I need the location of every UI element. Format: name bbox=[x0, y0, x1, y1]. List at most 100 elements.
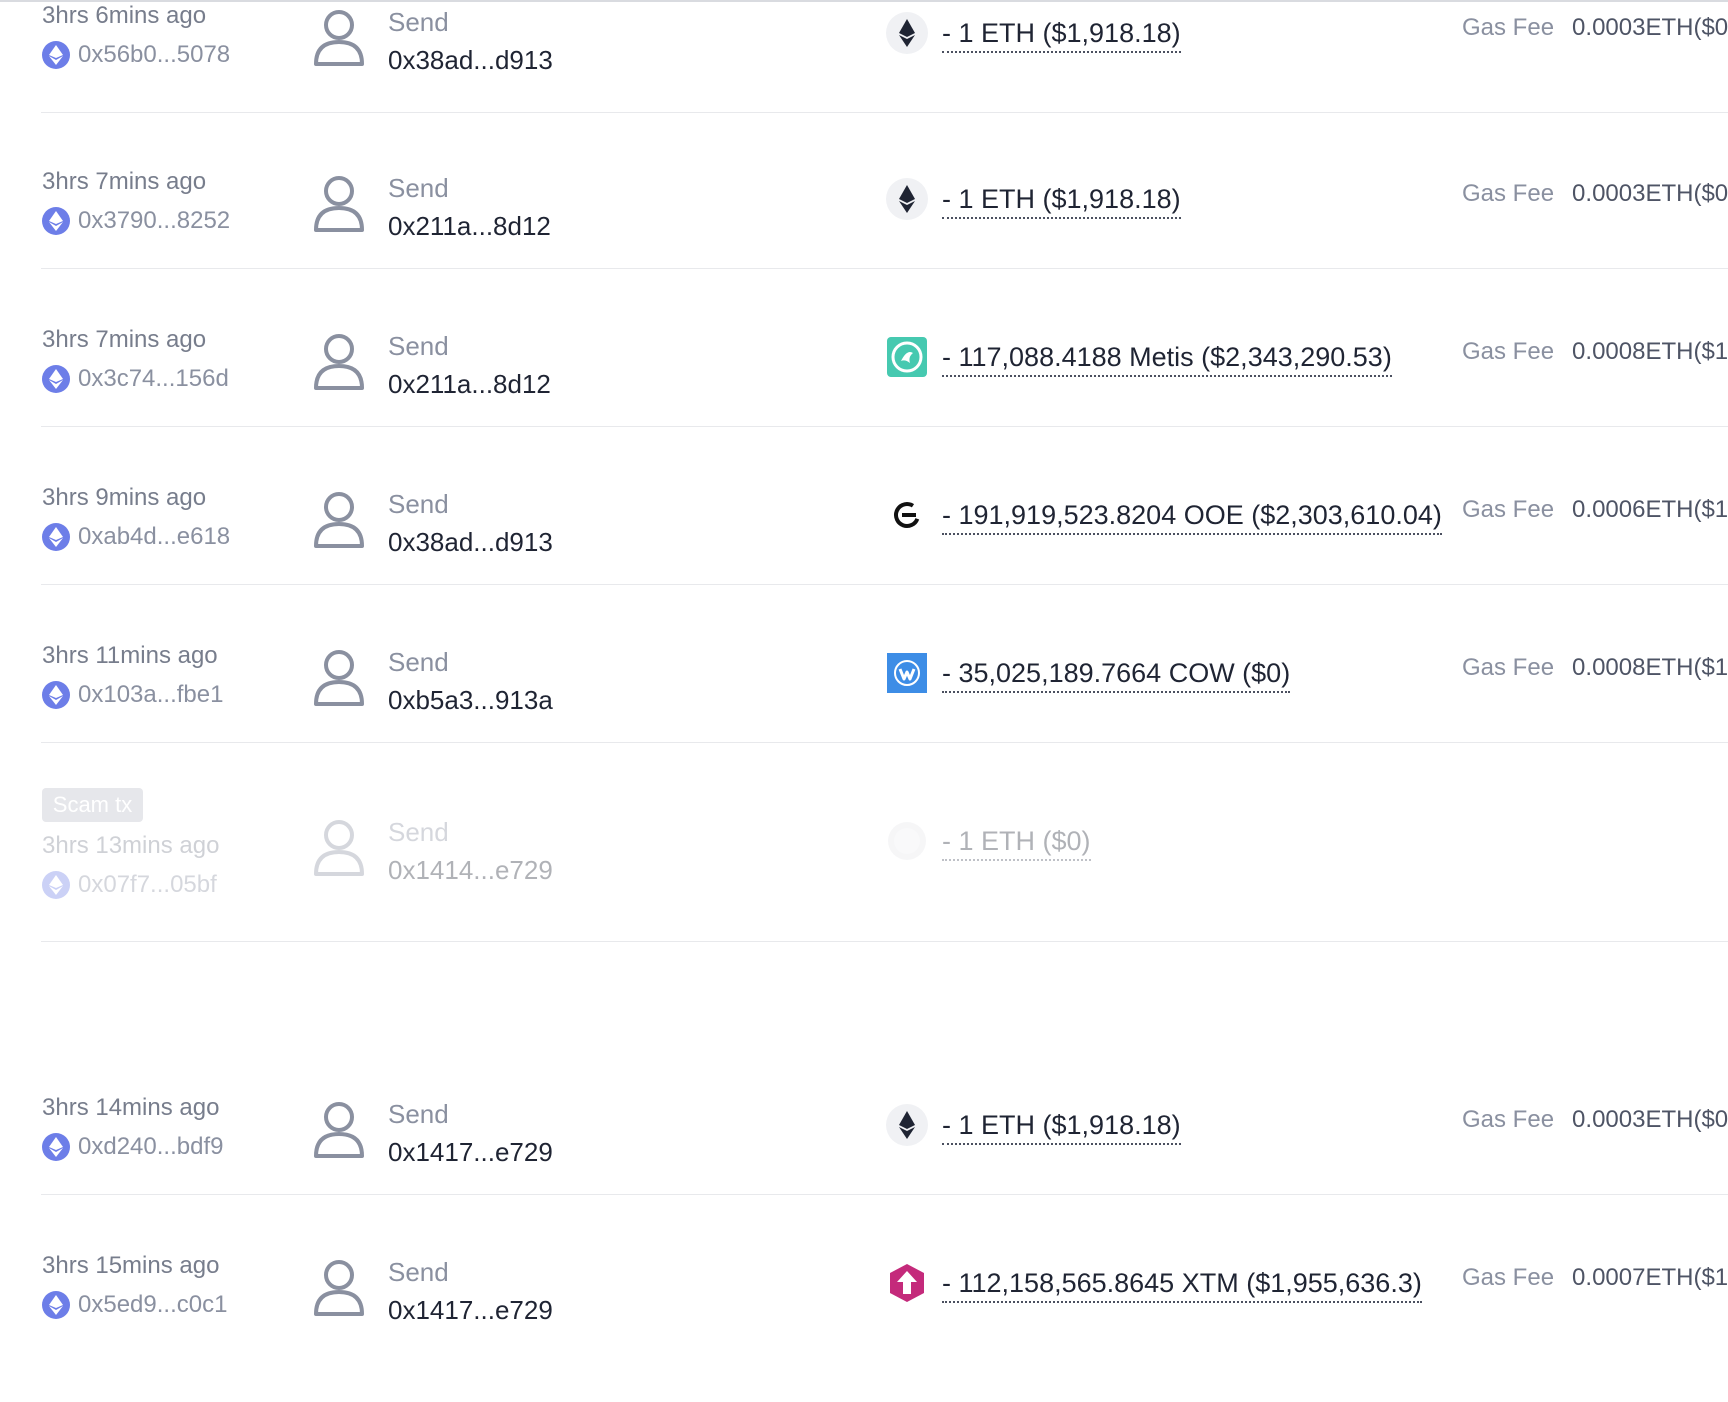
ethereum-chain-icon bbox=[42, 207, 70, 235]
tx-hash[interactable]: 0x07f7...05bf bbox=[78, 871, 217, 899]
tx-gas-fee: Gas Fee 0.0003ETH($0. bbox=[1462, 1106, 1728, 1134]
ethereum-chain-icon bbox=[42, 523, 70, 551]
tx-type-label: Send bbox=[388, 817, 449, 847]
tx-type-label: Send bbox=[388, 331, 449, 361]
tx-gas-fee: Gas Fee 0.0008ETH($1. bbox=[1462, 338, 1728, 366]
user-icon bbox=[312, 648, 366, 708]
transaction-row[interactable]: 3hrs 6mins ago 0x56b0...5078 Send 0x38ad...… bbox=[0, 2, 1728, 152]
tx-amount[interactable]: - 35,025,189.7664 COW ($0) bbox=[942, 656, 1291, 693]
transaction-row[interactable]: 3hrs 7mins ago 0x3790...8252 Send 0x211a...… bbox=[0, 168, 1728, 318]
tx-amount[interactable]: - 191,919,523.8204 OOE ($2,303,610.04) bbox=[942, 498, 1442, 535]
row-divider bbox=[41, 941, 1728, 942]
tx-counterparty-address[interactable]: 0x211a...8d12 bbox=[388, 368, 551, 400]
gas-fee-label: Gas Fee bbox=[1462, 14, 1555, 41]
ethereum-chain-icon bbox=[42, 41, 70, 69]
tx-gas-fee: Gas Fee 0.0003ETH($0. bbox=[1462, 180, 1728, 208]
tx-type-label: Send bbox=[388, 1257, 449, 1287]
tx-counterparty-address[interactable]: 0x1417...e729 bbox=[388, 1136, 553, 1168]
tx-counterparty-address[interactable]: 0x38ad...d913 bbox=[388, 526, 553, 558]
tx-counterparty-address[interactable]: 0x211a...8d12 bbox=[388, 210, 551, 242]
tx-amount[interactable]: - 117,088.4188 Metis ($2,343,290.53) bbox=[942, 340, 1392, 377]
tx-timestamp: 3hrs 13mins ago bbox=[42, 832, 220, 859]
tx-hash[interactable]: 0xd240...bdf9 bbox=[78, 1133, 223, 1161]
transaction-row[interactable]: 3hrs 9mins ago 0xab4d...e618 Send 0x38ad...… bbox=[0, 484, 1728, 634]
gas-fee-label: Gas Fee bbox=[1462, 496, 1555, 523]
ethereum-chain-icon bbox=[42, 365, 70, 393]
tx-amount[interactable]: - 1 ETH ($1,918.18) bbox=[942, 1108, 1181, 1145]
gas-fee-value: 0.0003ETH($0. bbox=[1572, 14, 1728, 41]
gas-fee-value: 0.0003ETH($0. bbox=[1572, 1106, 1728, 1133]
tx-hash-link[interactable]: 0x5ed9...c0c1 bbox=[42, 1290, 227, 1320]
gas-fee-value: 0.0007ETH($1. bbox=[1572, 1264, 1728, 1291]
gas-fee-label: Gas Fee bbox=[1462, 654, 1555, 681]
tx-type-label: Send bbox=[388, 1099, 449, 1129]
tx-hash[interactable]: 0x103a...fbe1 bbox=[78, 681, 223, 709]
metis-icon bbox=[886, 336, 928, 378]
tx-counterparty-address[interactable]: 0x1414...e729 bbox=[388, 854, 553, 886]
tx-type-label: Send bbox=[388, 7, 449, 37]
transaction-row[interactable]: 3hrs 11mins ago 0x103a...fbe1 Send 0xb5a3..… bbox=[0, 642, 1728, 792]
tx-amount[interactable]: - 112,158,565.8645 XTM ($1,955,636.3) bbox=[942, 1266, 1422, 1303]
row-divider bbox=[41, 426, 1728, 427]
tx-hash-link[interactable]: 0x103a...fbe1 bbox=[42, 680, 223, 710]
transaction-row[interactable]: 3hrs 7mins ago 0x3c74...156d Send 0x211a...… bbox=[0, 326, 1728, 476]
tx-hash[interactable]: 0x5ed9...c0c1 bbox=[78, 1291, 227, 1319]
tx-timestamp: 3hrs 11mins ago bbox=[42, 642, 218, 669]
transaction-row[interactable]: 3hrs 15mins ago 0x5ed9...c0c1 Send 0x1417..… bbox=[0, 1252, 1728, 1402]
scam-tx-badge: Scam tx bbox=[42, 788, 143, 822]
user-icon bbox=[312, 818, 366, 878]
xtm-icon bbox=[886, 1262, 928, 1304]
tx-hash-link[interactable]: 0xab4d...e618 bbox=[42, 522, 230, 552]
tx-hash-link[interactable]: 0xd240...bdf9 bbox=[42, 1132, 223, 1162]
tx-type-label: Send bbox=[388, 647, 449, 677]
tx-hash[interactable]: 0xab4d...e618 bbox=[78, 523, 230, 551]
ethereum-chain-icon bbox=[42, 1291, 70, 1319]
gas-fee-value: 0.0003ETH($0. bbox=[1572, 180, 1728, 207]
tx-type-label: Send bbox=[388, 489, 449, 519]
transaction-row-scam[interactable]: Scam tx 3hrs 13mins ago 0x07f7...05bf Send 0… bbox=[0, 788, 1728, 950]
tx-hash-link[interactable]: 0x07f7...05bf bbox=[42, 870, 217, 900]
gas-fee-label: Gas Fee bbox=[1462, 338, 1555, 365]
user-icon bbox=[312, 1100, 366, 1160]
gas-fee-label: Gas Fee bbox=[1462, 1264, 1555, 1291]
ethereum-icon bbox=[886, 178, 928, 220]
tx-gas-fee: Gas Fee 0.0008ETH($1. bbox=[1462, 654, 1728, 682]
transaction-row[interactable]: 3hrs 14mins ago 0xd240...bdf9 Send 0x1417..… bbox=[0, 1094, 1728, 1244]
tx-gas-fee: Gas Fee 0.0006ETH($1. bbox=[1462, 496, 1728, 524]
gas-fee-value: 0.0008ETH($1. bbox=[1572, 338, 1728, 365]
tx-hash[interactable]: 0x3790...8252 bbox=[78, 207, 230, 235]
tx-amount[interactable]: - 1 ETH ($1,918.18) bbox=[942, 16, 1181, 53]
tx-timestamp: 3hrs 15mins ago bbox=[42, 1252, 220, 1279]
tx-counterparty-address[interactable]: 0xb5a3...913a bbox=[388, 684, 553, 716]
row-divider bbox=[41, 742, 1728, 743]
ethereum-icon bbox=[886, 12, 928, 54]
tx-hash[interactable]: 0x56b0...5078 bbox=[78, 41, 230, 69]
tx-timestamp: 3hrs 6mins ago bbox=[42, 2, 207, 29]
tx-counterparty-address[interactable]: 0x1417...e729 bbox=[388, 1294, 553, 1326]
row-divider bbox=[41, 268, 1728, 269]
tx-hash-link[interactable]: 0x3c74...156d bbox=[42, 364, 229, 394]
ethereum-icon bbox=[886, 1104, 928, 1146]
tx-hash[interactable]: 0x3c74...156d bbox=[78, 365, 229, 393]
tx-timestamp: 3hrs 7mins ago bbox=[42, 168, 207, 195]
tx-gas-fee: Gas Fee 0.0007ETH($1. bbox=[1462, 1264, 1728, 1292]
tx-counterparty-address[interactable]: 0x38ad...d913 bbox=[388, 44, 553, 76]
ethereum-chain-icon bbox=[42, 871, 70, 899]
ethereum-chain-icon bbox=[42, 1133, 70, 1161]
user-icon bbox=[312, 490, 366, 550]
tx-hash-link[interactable]: 0x3790...8252 bbox=[42, 206, 230, 236]
transaction-list: 3hrs 6mins ago 0x56b0...5078 Send 0x38ad...… bbox=[0, 0, 1728, 1352]
tx-amount[interactable]: - 1 ETH ($0) bbox=[942, 824, 1091, 861]
gas-fee-value: 0.0006ETH($1. bbox=[1572, 496, 1728, 523]
user-icon bbox=[312, 1258, 366, 1318]
tx-hash-link[interactable]: 0x56b0...5078 bbox=[42, 40, 230, 70]
row-divider bbox=[41, 1194, 1728, 1195]
unknown-token-icon bbox=[886, 820, 928, 862]
gas-fee-value: 0.0008ETH($1. bbox=[1572, 654, 1728, 681]
tx-type-label: Send bbox=[388, 173, 449, 203]
gas-fee-label: Gas Fee bbox=[1462, 1106, 1555, 1133]
row-divider bbox=[41, 112, 1728, 113]
user-icon bbox=[312, 332, 366, 392]
tx-amount[interactable]: - 1 ETH ($1,918.18) bbox=[942, 182, 1181, 219]
user-icon bbox=[312, 174, 366, 234]
